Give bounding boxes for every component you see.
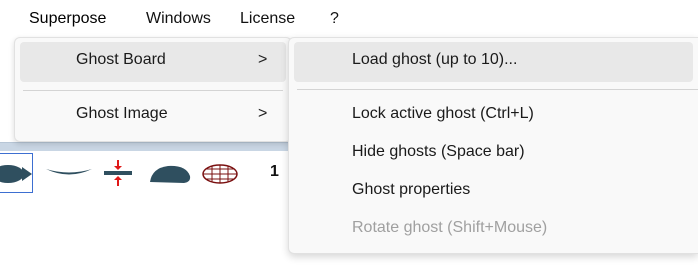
split-arrows-icon[interactable] <box>98 158 138 188</box>
menu-item-label: Ghost Board <box>76 51 166 68</box>
menu-item-label: Hide ghosts (Space bar) <box>352 143 525 160</box>
convex-lens-icon[interactable] <box>0 163 32 185</box>
toolbar-number: 1 <box>270 163 279 180</box>
menu-superpose[interactable]: Superpose <box>29 8 106 30</box>
menu-license[interactable]: License <box>240 8 295 30</box>
menu-item-label: Lock active ghost (Ctrl+L) <box>352 105 534 122</box>
menu-help[interactable]: ? <box>330 8 339 30</box>
menu-bar: Superpose Windows License ? <box>0 0 698 37</box>
menu-item-ghost-image[interactable]: Ghost Image > <box>20 96 286 136</box>
ghost-board-submenu: Load ghost (up to 10)... Lock active gho… <box>288 37 698 254</box>
menu-item-label: Rotate ghost (Shift+Mouse) <box>352 219 548 236</box>
menu-item-label: Ghost properties <box>352 181 471 198</box>
menu-windows[interactable]: Windows <box>146 8 211 30</box>
chevron-right-icon: > <box>258 51 268 68</box>
menu-item-load-ghost[interactable]: Load ghost (up to 10)... <box>294 42 693 82</box>
menu-item-label: Load ghost (up to 10)... <box>352 51 518 68</box>
globe-grid-icon[interactable] <box>200 163 240 185</box>
menu-item-hide-ghosts[interactable]: Hide ghosts (Space bar) <box>294 134 693 174</box>
menu-item-lock-ghost[interactable]: Lock active ghost (Ctrl+L) <box>294 96 693 136</box>
toolbar-header-strip <box>0 142 290 151</box>
menu-item-ghost-properties[interactable]: Ghost properties <box>294 172 693 212</box>
chevron-right-icon: > <box>258 105 268 122</box>
menu-item-ghost-board[interactable]: Ghost Board > <box>20 42 286 82</box>
blob-icon[interactable] <box>148 162 192 186</box>
menu-item-label: Ghost Image <box>76 105 168 122</box>
menu-item-rotate-ghost: Rotate ghost (Shift+Mouse) <box>294 210 693 250</box>
menu-separator <box>297 89 698 90</box>
concave-lens-icon[interactable] <box>44 166 94 182</box>
menu-separator <box>23 90 283 91</box>
superpose-menu: Ghost Board > Ghost Image > <box>14 37 292 142</box>
